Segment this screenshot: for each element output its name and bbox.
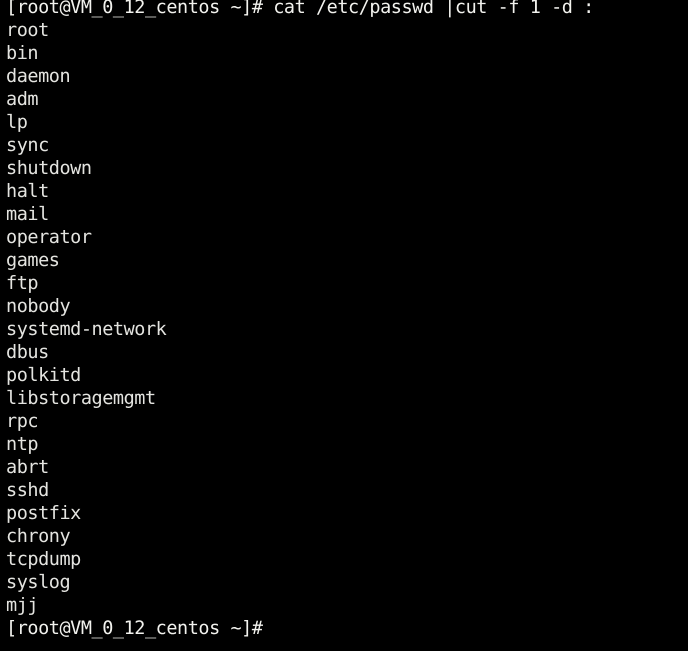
output-line: operator xyxy=(6,227,92,248)
output-line: sync xyxy=(6,135,49,156)
output-line: rpc xyxy=(6,411,39,432)
output-line: adm xyxy=(6,89,39,110)
output-line: games xyxy=(6,250,60,271)
output-line: tcpdump xyxy=(6,549,81,570)
output-line: systemd-network xyxy=(6,319,167,340)
terminal-window[interactable]: [root@VM_0_12_centos ~]# cat /etc/passwd… xyxy=(0,0,688,651)
output-line: lp xyxy=(6,112,28,133)
output-line: polkitd xyxy=(6,365,81,386)
output-line: bin xyxy=(6,43,39,64)
output-line: mail xyxy=(6,204,49,225)
output-line: shutdown xyxy=(6,158,92,179)
terminal-screen[interactable]: [root@VM_0_12_centos ~]# cat /etc/passwd… xyxy=(6,0,688,640)
output-line: nobody xyxy=(6,296,71,317)
output-line: ftp xyxy=(6,273,39,294)
output-line: root xyxy=(6,20,49,41)
output-line: libstoragemgmt xyxy=(6,388,156,409)
output-line: sshd xyxy=(6,480,49,501)
output-line: chrony xyxy=(6,526,71,547)
output-line: ntp xyxy=(6,434,39,455)
output-line: postfix xyxy=(6,503,81,524)
output-line: mjj xyxy=(6,595,39,616)
output-line: daemon xyxy=(6,66,71,87)
output-line: abrt xyxy=(6,457,49,478)
output-line: dbus xyxy=(6,342,49,363)
command-line: [root@VM_0_12_centos ~]# cat /etc/passwd… xyxy=(6,0,594,18)
output-line: halt xyxy=(6,181,49,202)
prompt-line[interactable]: [root@VM_0_12_centos ~]# xyxy=(6,617,688,640)
output-line: syslog xyxy=(6,572,71,593)
